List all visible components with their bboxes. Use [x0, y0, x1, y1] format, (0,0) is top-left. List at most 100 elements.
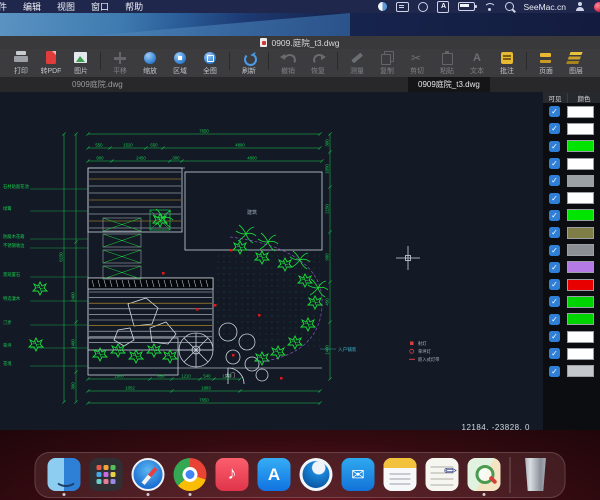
toolbar-label: 复制 — [380, 66, 394, 75]
layer-color-swatch[interactable] — [567, 157, 594, 170]
layer-row-2: ✓ — [543, 138, 600, 155]
layer-visible-checkbox[interactable]: ✓ — [549, 313, 560, 325]
layer-color-swatch[interactable] — [567, 244, 594, 257]
layer-color-swatch[interactable] — [567, 365, 594, 378]
user-switch-icon[interactable] — [575, 2, 585, 11]
layers-header-visible: 可见 — [548, 95, 562, 103]
toolbar-printer-button[interactable]: 打印 — [6, 51, 36, 76]
redo-icon — [310, 51, 326, 65]
layer-visible-checkbox[interactable]: ✓ — [549, 175, 560, 187]
layer-color-swatch[interactable] — [567, 330, 594, 343]
toolbar-pages-button[interactable]: 页面 — [531, 51, 561, 76]
layer-visible-checkbox[interactable]: ✓ — [549, 261, 560, 273]
toolbar-undo-button[interactable]: 撤销 — [273, 51, 303, 76]
dock-cad-drawing[interactable] — [299, 455, 333, 495]
toolbar-label: 页面 — [539, 66, 553, 75]
layer-visible-checkbox[interactable]: ✓ — [549, 192, 560, 204]
layer-color-swatch[interactable] — [567, 313, 594, 326]
svg-text:石材贴面花池: 石材贴面花池 — [3, 183, 29, 190]
dock-mail[interactable] — [341, 455, 375, 495]
svg-text:540: 540 — [203, 373, 211, 378]
toolbar-layers-button[interactable]: 图层 — [561, 51, 591, 76]
paste-icon — [439, 51, 455, 65]
dock-finder[interactable] — [47, 455, 81, 496]
layer-visible-checkbox[interactable]: ✓ — [549, 123, 560, 135]
svg-text:550: 550 — [95, 142, 103, 147]
battery-icon[interactable] — [458, 2, 478, 11]
dock-notes[interactable] — [425, 455, 459, 495]
dock-safari[interactable] — [131, 455, 165, 496]
layer-row-10: ✓ — [543, 276, 600, 293]
tab-document-1[interactable]: 0909庭院.dwg — [62, 77, 133, 92]
dock-cad-viewer[interactable] — [467, 455, 501, 496]
layer-visible-checkbox[interactable]: ✓ — [549, 158, 560, 170]
layer-color-swatch[interactable] — [567, 209, 594, 222]
menu-item-3[interactable]: 窗口 — [91, 0, 109, 13]
drawing-canvas[interactable]: 7650 550 1520 650 4890 900 2450 300 4800 1900 850 1… — [0, 92, 543, 430]
layer-color-swatch[interactable] — [567, 295, 594, 308]
dock-calendar[interactable] — [383, 455, 417, 495]
menu-item-0[interactable]: 文件 — [0, 0, 7, 13]
calendar-icon — [383, 458, 417, 491]
toolbar-copy-button[interactable]: 复制 — [372, 51, 402, 76]
dock-trash[interactable] — [520, 455, 553, 495]
layer-visible-checkbox[interactable]: ✓ — [549, 244, 560, 256]
layer-color-swatch[interactable] — [567, 105, 594, 118]
layer-visible-checkbox[interactable]: ✓ — [549, 365, 560, 377]
toolbar-pdf-button[interactable]: 转PDF — [36, 51, 66, 76]
dock-music[interactable] — [215, 455, 249, 495]
layer-visible-checkbox[interactable]: ✓ — [549, 279, 560, 291]
dock-appstore[interactable] — [257, 455, 291, 495]
layer-color-swatch[interactable] — [567, 347, 594, 360]
layer-row-12: ✓ — [543, 311, 600, 328]
layer-color-swatch[interactable] — [567, 226, 594, 239]
svg-text:4890: 4890 — [235, 142, 245, 147]
menu-item-2[interactable]: 视图 — [57, 0, 75, 13]
layer-color-swatch[interactable] — [567, 122, 594, 135]
toolbar-redo-button[interactable]: 恢复 — [303, 51, 333, 76]
spotlight-search-icon[interactable] — [505, 2, 515, 11]
tab-document-2[interactable]: 0909庭院_t3.dwg — [408, 77, 490, 92]
svg-text:900: 900 — [96, 155, 104, 160]
layer-visible-checkbox[interactable]: ✓ — [549, 140, 560, 152]
dock-chrome[interactable] — [173, 455, 207, 496]
layer-visible-checkbox[interactable]: ✓ — [549, 227, 560, 239]
layer-color-swatch[interactable] — [567, 140, 594, 153]
layer-color-swatch[interactable] — [567, 192, 594, 205]
deck-boards — [89, 171, 212, 343]
toolbar-region-button[interactable]: 区域 — [165, 51, 195, 76]
toolbar-image-button[interactable]: 图片 — [66, 51, 96, 76]
drawing-viewport[interactable]: 7650 550 1520 650 4890 900 2450 300 4800 1900 850 1… — [0, 92, 543, 435]
toolbar-measure-button[interactable]: 测量 — [342, 51, 372, 76]
layer-visible-checkbox[interactable]: ✓ — [549, 348, 560, 360]
menu-item-4[interactable]: 帮助 — [125, 0, 143, 13]
layer-visible-checkbox[interactable]: ✓ — [549, 296, 560, 308]
screen-mirroring-icon[interactable] — [396, 1, 410, 12]
dock-launchpad[interactable] — [89, 455, 123, 495]
toolbar-pan-button[interactable]: 平移 — [105, 51, 135, 76]
layer-row-3: ✓ — [543, 155, 600, 172]
input-source-icon[interactable]: A — [437, 0, 450, 13]
siri-icon[interactable] — [594, 1, 600, 12]
toolbar-cut-button[interactable]: 剪切 — [402, 51, 432, 76]
layer-visible-checkbox[interactable]: ✓ — [549, 331, 560, 342]
toolbar-zoom-button[interactable]: 缩放 — [135, 51, 165, 76]
status-ring-icon[interactable] — [418, 1, 429, 12]
layer-color-swatch[interactable] — [567, 174, 594, 187]
layer-visible-checkbox[interactable]: ✓ — [549, 106, 560, 118]
menu-item-1[interactable]: 编辑 — [23, 0, 41, 13]
toolbar-annotate-button[interactable]: 批注 — [492, 51, 522, 76]
toolbar-refresh-button[interactable]: 刷新 — [234, 51, 264, 76]
toolbar-label: 剪切 — [410, 66, 424, 75]
control-center-icon[interactable] — [378, 2, 388, 11]
layer-color-swatch[interactable] — [567, 278, 594, 291]
layer-color-swatch[interactable] — [567, 261, 594, 274]
wifi-icon[interactable] — [484, 2, 497, 11]
refresh-icon — [241, 51, 257, 66]
window-title-bar[interactable]: 0909.庭院_t3.dwg — [0, 36, 600, 49]
layer-visible-checkbox[interactable]: ✓ — [549, 209, 560, 221]
toolbar-label: 全图 — [203, 66, 217, 75]
toolbar-fit-button[interactable]: 全图 — [195, 51, 225, 76]
toolbar-text-button[interactable]: 文本 — [462, 51, 492, 76]
toolbar-paste-button[interactable]: 粘贴 — [432, 51, 462, 76]
